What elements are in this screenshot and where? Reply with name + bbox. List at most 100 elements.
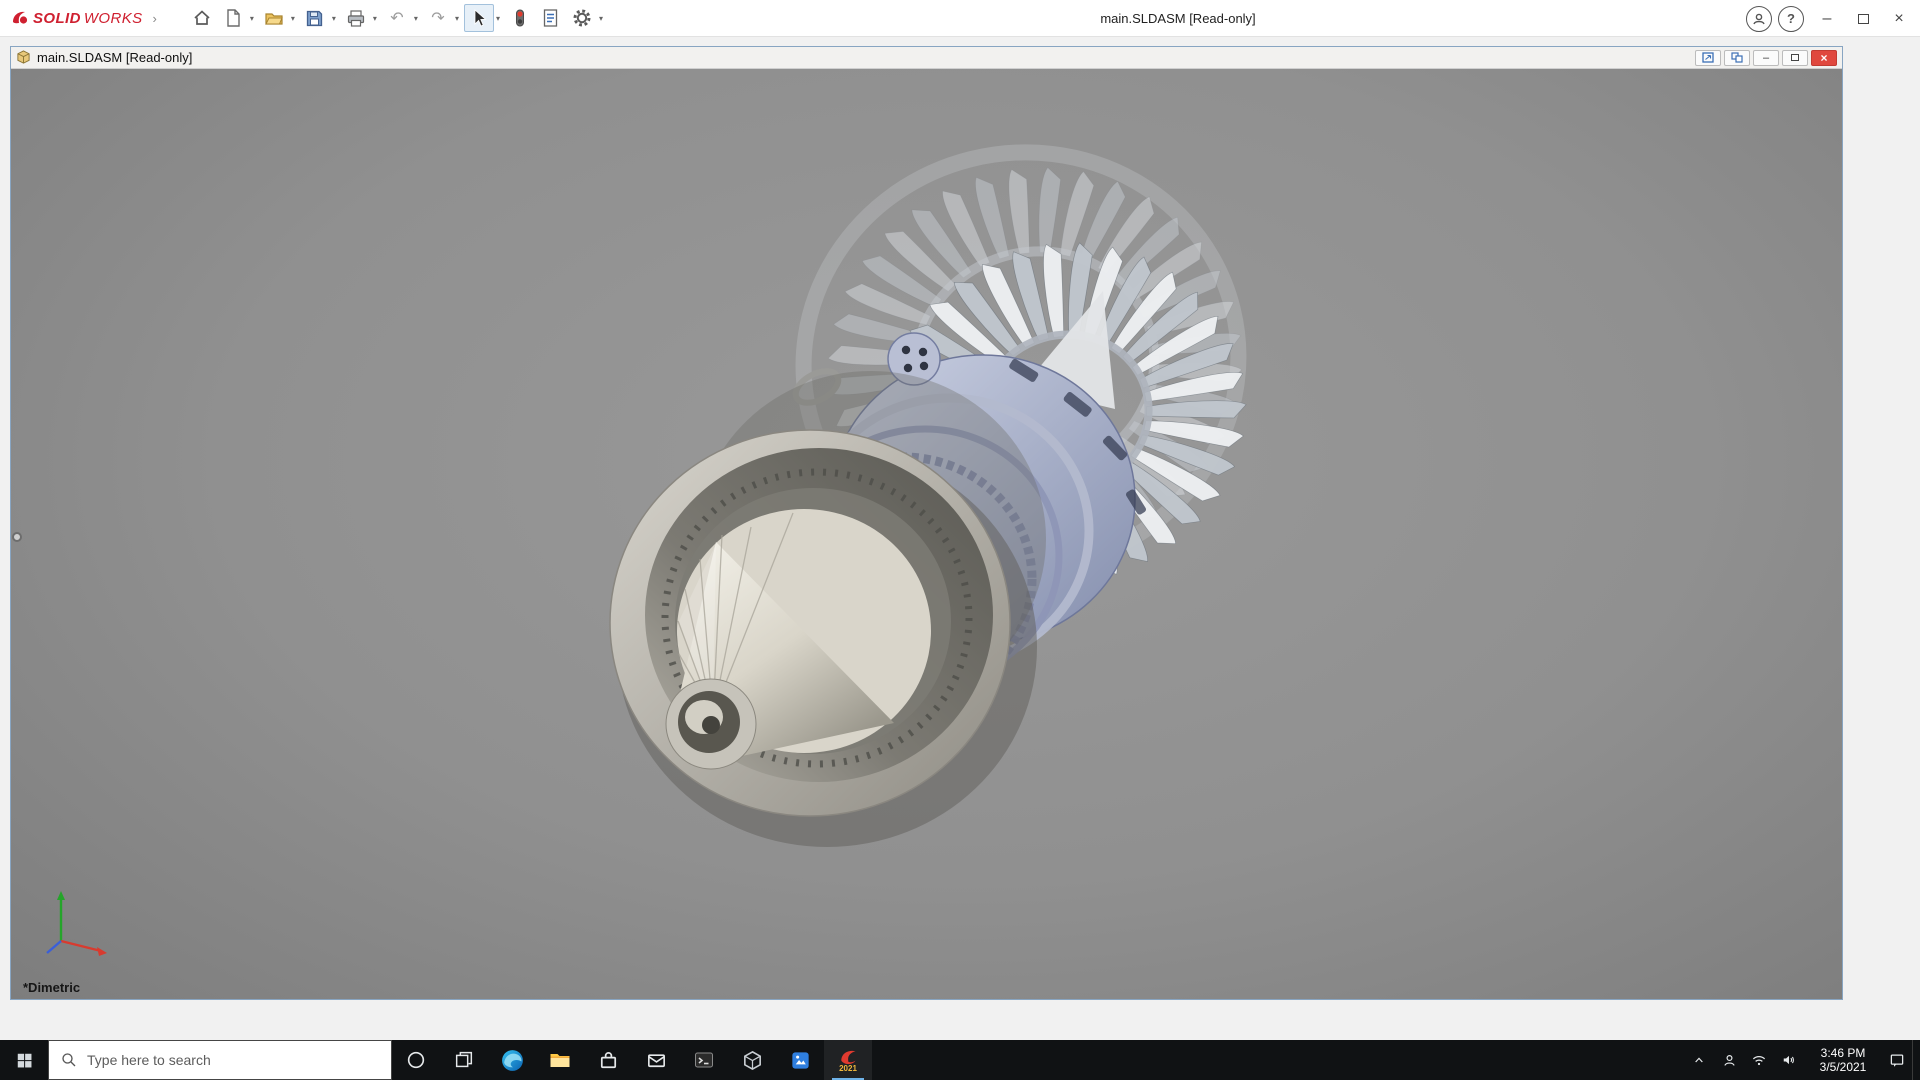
clock-time: 3:46 PM	[1820, 1046, 1866, 1060]
brand-text-works: WORKS	[83, 9, 143, 27]
minimize-button[interactable]: –	[1810, 4, 1844, 34]
file-explorer-button[interactable]	[536, 1040, 584, 1080]
file-explorer-icon	[550, 1054, 570, 1067]
help-icon: ?	[1787, 11, 1795, 26]
taskbar-clock[interactable]: 3:46 PM 3/5/2021	[1804, 1040, 1882, 1080]
select-dropdown[interactable]: ▾	[496, 14, 500, 23]
new-document-icon	[227, 9, 240, 27]
open-dropdown[interactable]: ▾	[291, 14, 295, 23]
window-title: main.SLDASM [Read-only]	[1100, 11, 1256, 26]
show-desktop-button[interactable]	[1912, 1040, 1920, 1080]
toolbar-expand-arrow[interactable]: ›	[153, 11, 157, 26]
3d-cube-icon	[743, 1050, 761, 1070]
options-dropdown[interactable]: ▾	[599, 14, 603, 23]
chevron-up-icon	[1695, 1057, 1703, 1063]
assembly-cube-icon	[17, 50, 30, 64]
windows-taskbar: Type here to search 2021 3:46 PM 3/5/202…	[0, 1040, 1920, 1080]
save-button[interactable]	[300, 4, 330, 32]
print-dropdown[interactable]: ▾	[373, 14, 377, 23]
3d-viewer-button[interactable]	[728, 1040, 776, 1080]
start-button[interactable]	[0, 1040, 48, 1080]
store-button[interactable]	[584, 1040, 632, 1080]
quick-access-toolbar: ▾ ▾ ▾ ▾ ↶ ▾ ↷ ▾ ▾ ▾	[187, 4, 607, 32]
new-window-icon	[1702, 52, 1714, 63]
photos-button[interactable]	[776, 1040, 824, 1080]
action-center-icon	[1890, 1054, 1904, 1067]
redo-icon: ↷	[431, 10, 445, 27]
brand-text-solid: SOLID	[33, 9, 81, 27]
action-center-button[interactable]	[1882, 1040, 1912, 1080]
maximize-icon	[1857, 13, 1869, 24]
speaker-icon	[1783, 1055, 1794, 1065]
task-view-button[interactable]	[440, 1040, 488, 1080]
engine-model-render[interactable]	[11, 69, 1842, 999]
search-icon	[62, 1053, 76, 1067]
tray-overflow-button[interactable]	[1684, 1040, 1714, 1080]
doc-minimize-button[interactable]: –	[1753, 49, 1779, 66]
select-tool-button[interactable]	[463, 4, 494, 32]
wifi-icon	[1752, 1056, 1766, 1066]
document-window-controls: – ×	[1695, 49, 1837, 66]
account-button[interactable]	[1746, 5, 1772, 32]
system-tray: 3:46 PM 3/5/2021	[1684, 1040, 1920, 1080]
undo-button[interactable]: ↶	[382, 4, 412, 32]
close-button[interactable]: ×	[1882, 4, 1916, 34]
solidworks-version-label: 2021	[839, 1063, 857, 1073]
taskbar-search[interactable]: Type here to search	[48, 1040, 392, 1080]
titlebar-controls: ? – ×	[1746, 0, 1916, 37]
redo-button[interactable]: ↷	[423, 4, 453, 32]
clock-date: 3/5/2021	[1819, 1060, 1867, 1074]
open-button[interactable]	[259, 4, 289, 32]
orientation-triad[interactable]	[37, 883, 121, 967]
volume-button[interactable]	[1774, 1040, 1804, 1080]
home-button[interactable]	[187, 4, 217, 32]
file-properties-button[interactable]	[536, 4, 566, 32]
new-window-button[interactable]	[1695, 49, 1721, 66]
undo-icon: ↶	[390, 10, 404, 27]
new-document-dropdown[interactable]: ▾	[250, 14, 254, 23]
options-gear-icon	[573, 9, 591, 27]
command-prompt-icon	[695, 1052, 713, 1068]
user-account-icon	[1753, 13, 1765, 24]
people-button[interactable]	[1714, 1040, 1744, 1080]
print-icon	[347, 9, 365, 27]
view-orientation-label: *Dimetric	[23, 980, 81, 995]
document-window: main.SLDASM [Read-only] – × *Dimetric	[10, 46, 1843, 1000]
store-icon	[600, 1051, 616, 1068]
print-button[interactable]	[341, 4, 371, 32]
terminal-button[interactable]	[680, 1040, 728, 1080]
arrange-windows-icon	[1731, 52, 1743, 63]
app-work-area: main.SLDASM [Read-only] – × *Dimetric	[0, 38, 1920, 1040]
mail-icon	[647, 1053, 665, 1067]
doc-close-button[interactable]: ×	[1811, 49, 1837, 66]
network-button[interactable]	[1744, 1040, 1774, 1080]
graphics-area[interactable]: *Dimetric	[11, 69, 1842, 999]
redo-dropdown[interactable]: ▾	[455, 14, 459, 23]
document-title: main.SLDASM [Read-only]	[37, 50, 193, 65]
maximize-button[interactable]	[1846, 4, 1880, 34]
edge-button[interactable]	[488, 1040, 536, 1080]
arrange-windows-button[interactable]	[1724, 49, 1750, 66]
document-titlebar[interactable]: main.SLDASM [Read-only] – ×	[11, 47, 1842, 69]
edge-icon	[501, 1049, 523, 1071]
solidworks-taskbar-button[interactable]: 2021	[824, 1040, 872, 1080]
new-document-button[interactable]	[218, 4, 248, 32]
app-titlebar: SOLID WORKS › ▾ ▾ ▾ ▾ ↶ ▾ ↷ ▾ ▾ ▾ main.S…	[0, 0, 1920, 37]
rebuild-button[interactable]	[505, 4, 535, 32]
dassault-logo-icon	[13, 11, 28, 24]
mail-button[interactable]	[632, 1040, 680, 1080]
doc-restore-button[interactable]	[1782, 49, 1808, 66]
undo-dropdown[interactable]: ▾	[414, 14, 418, 23]
options-button[interactable]	[567, 4, 597, 32]
pane-collapse-handle[interactable]	[12, 532, 22, 542]
save-dropdown[interactable]: ▾	[332, 14, 336, 23]
person-icon	[1723, 1054, 1735, 1066]
help-button[interactable]: ?	[1778, 5, 1804, 32]
solidworks-taskbar-icon	[841, 1050, 856, 1064]
cortana-button[interactable]	[392, 1040, 440, 1080]
save-icon	[307, 10, 323, 26]
cortana-icon	[407, 1051, 425, 1069]
open-folder-icon	[265, 13, 283, 25]
search-placeholder: Type here to search	[87, 1052, 211, 1068]
home-icon	[194, 10, 210, 25]
